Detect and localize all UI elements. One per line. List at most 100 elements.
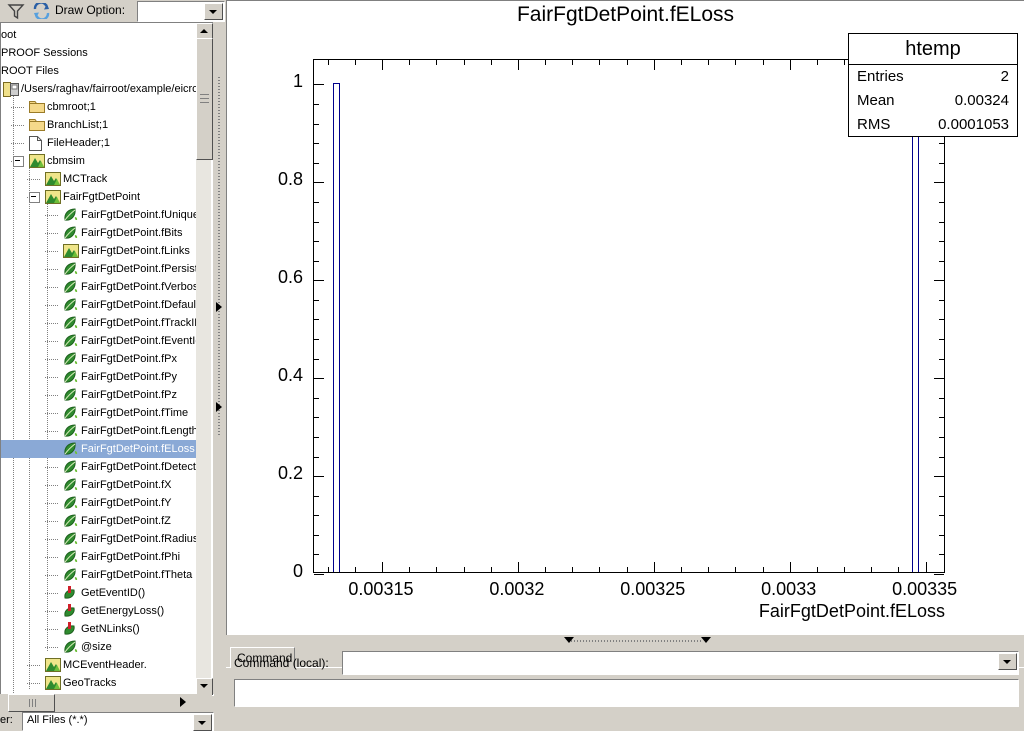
leaf-icon — [63, 226, 78, 240]
tree-item-label: FairFgtDetPoint.fX — [81, 479, 172, 491]
tree-item[interactable]: FileHeader;1 — [1, 134, 197, 152]
draw-option-input[interactable] — [139, 3, 205, 18]
hsplitter-down-arrow-left-icon[interactable] — [564, 637, 574, 643]
tree-item[interactable]: FairFgtDetPoint.fRadius — [1, 530, 197, 548]
tree-item-label: FairFgtDetPoint.fPhi — [81, 551, 181, 563]
tree-item[interactable]: FairFgtDetPoint.fPx — [1, 350, 197, 368]
hscroll-thumb[interactable] — [8, 694, 55, 712]
scroll-right-arrow-icon[interactable] — [180, 697, 186, 707]
tree-item[interactable]: FairFgtDetPoint.fPersistanc — [1, 260, 197, 278]
tree-item[interactable]: FairFgtDetPoint.fTrackID — [1, 314, 197, 332]
tree-item[interactable]: cbmsim — [1, 152, 197, 170]
command-combobox[interactable] — [342, 651, 1019, 675]
statistics-row-value: 0.0001053 — [938, 116, 1009, 133]
tree-item-label: FairFgtDetPoint.fTheta — [81, 569, 193, 581]
splitter-expand-arrow-icon[interactable] — [216, 302, 222, 312]
leaf-icon — [63, 568, 78, 582]
leaf-icon — [63, 334, 78, 348]
tree-item-label: FairFgtDetPoint.fVerbose — [81, 281, 197, 293]
scrollbar-thumb[interactable] — [196, 38, 213, 160]
tree-item[interactable]: GetNLinks() — [1, 620, 197, 638]
tree-item[interactable]: FairFgtDetPoint.fLinks — [1, 242, 197, 260]
tree-view[interactable]: oot PROOF Sessions ROOT Files/Users/raghav… — [1, 23, 197, 693]
tree-item[interactable]: GetEnergyLoss() — [1, 602, 197, 620]
command-output-area[interactable] — [234, 679, 1019, 707]
tree-item-label: BranchList;1 — [47, 119, 109, 131]
hsplitter-down-arrow-right-icon[interactable] — [701, 637, 711, 643]
leaf-icon — [63, 208, 78, 222]
root-canvas[interactable]: FairFgtDetPoint.fELoss 0 0.2 0.4 0.6 0.8 1 0.… — [227, 1, 1024, 634]
y-tick-label: 0.8 — [277, 169, 303, 190]
file-filter-combobox[interactable]: All Files (*.*) — [22, 712, 214, 731]
tree-item[interactable]: FairFgtDetPoint.fY — [1, 494, 197, 512]
statistics-row-label: RMS — [857, 116, 891, 133]
tree-item[interactable]: FairFgtDetPoint.fPy — [1, 368, 197, 386]
vertical-splitter[interactable] — [213, 22, 225, 694]
statistics-box[interactable]: htemp Entries 2 Mean 0.00324 RMS 0.0001053 — [848, 33, 1018, 137]
statistics-row-label: Mean — [857, 92, 895, 109]
tree-item[interactable]: FairFgtDetPoint.fPz — [1, 386, 197, 404]
tree-item[interactable]: FairFgtDetPoint — [1, 188, 197, 206]
tree-item[interactable]: FairFgtDetPoint.fBits — [1, 224, 197, 242]
statistics-row-label: Entries — [857, 68, 904, 85]
tree-item[interactable]: oot — [1, 26, 197, 44]
file-filter-row: er: All Files (*.*) — [0, 712, 214, 731]
disk-icon — [3, 82, 19, 97]
tree-item[interactable]: FairFgtDetPoint.fVerbose — [1, 278, 197, 296]
tree-item[interactable]: ROOT Files — [1, 62, 197, 80]
tree-item[interactable]: cbmroot;1 — [1, 98, 197, 116]
command-pane: Command Command (local): — [226, 646, 1024, 729]
tree-item[interactable]: FairFgtDetPoint.fTheta — [1, 566, 197, 584]
tree-icon — [45, 658, 61, 672]
browser-toolbar: Draw Option: — [0, 0, 225, 22]
tree-item[interactable]: FairFgtDetPoint.fPhi — [1, 548, 197, 566]
tree-item[interactable]: GeoTracks — [1, 674, 197, 692]
tree-vertical-scrollbar[interactable] — [196, 23, 213, 695]
tree-item[interactable]: FairFgtDetPoint.fUniqueID — [1, 206, 197, 224]
horizontal-splitter[interactable] — [226, 635, 1024, 646]
tree-item-label: FairFgtDetPoint — [63, 191, 141, 203]
tree-item[interactable]: FairFgtDetPoint.fEventId — [1, 332, 197, 350]
tree-item[interactable]: FairFgtDetPoint.fZ — [1, 512, 197, 530]
leaf-icon — [63, 514, 78, 528]
tree-expander[interactable] — [13, 156, 24, 167]
tree-item[interactable]: FairFgtDetPoint.fDefaultTyp — [1, 296, 197, 314]
draw-option-combobox[interactable] — [137, 1, 225, 22]
tree-item-label: FairFgtDetPoint.fTrackID — [81, 317, 197, 329]
leaf-icon — [63, 262, 78, 276]
leaf-icon — [63, 298, 78, 312]
tree-item[interactable]: MCTrack — [1, 170, 197, 188]
tree-item-label: FairFgtDetPoint.fBits — [81, 227, 183, 239]
refresh-icon[interactable] — [33, 1, 50, 21]
x-tick-label: 0.0033 — [761, 579, 817, 599]
statistics-row: Entries 2 — [849, 65, 1017, 89]
tree-item[interactable]: FairFgtDetPoint.fDetectorI — [1, 458, 197, 476]
folder-icon — [29, 118, 45, 132]
tree-item[interactable]: /Users/raghav/fairroot/example/eicroot/s — [1, 80, 197, 98]
tree-view-frame: oot PROOF Sessions ROOT Files/Users/raghav… — [0, 22, 214, 696]
draw-option-label: Draw Option: — [55, 3, 126, 17]
tree-horizontal-scrollbar[interactable] — [0, 694, 212, 712]
tree-item[interactable]: MCEventHeader. — [1, 656, 197, 674]
x-tick-label: 0.0032 — [489, 579, 545, 599]
chevron-down-icon[interactable] — [193, 714, 212, 731]
tree-item[interactable]: FairFgtDetPoint.fLength — [1, 422, 197, 440]
tree-item[interactable]: FairFgtDetPoint.fELoss — [1, 440, 197, 458]
tree-item[interactable]: PROOF Sessions — [1, 44, 197, 62]
plot-title: FairFgtDetPoint.fELoss — [516, 3, 735, 26]
tree-expander[interactable] — [29, 192, 40, 203]
command-input[interactable] — [344, 653, 1000, 671]
funnel-icon[interactable] — [6, 2, 26, 20]
tree-item[interactable]: GetEventID() — [1, 584, 197, 602]
tree-item[interactable]: @size — [1, 638, 197, 656]
tree-item[interactable]: BranchList;1 — [1, 116, 197, 134]
splitter-collapse-arrow-icon[interactable] — [216, 402, 222, 412]
tree-item-label: FairFgtDetPoint.fLength — [81, 425, 197, 437]
chevron-down-icon[interactable] — [998, 653, 1017, 670]
tree-item[interactable]: FairFgtDetPoint.fX — [1, 476, 197, 494]
x-tick-label: 0.00335 — [892, 579, 958, 599]
scroll-down-button[interactable] — [196, 678, 213, 695]
tree-item[interactable]: FairFgtDetPoint.fTime — [1, 404, 197, 422]
tree-item-label: FileHeader;1 — [47, 137, 110, 149]
chevron-down-icon[interactable] — [204, 3, 223, 20]
